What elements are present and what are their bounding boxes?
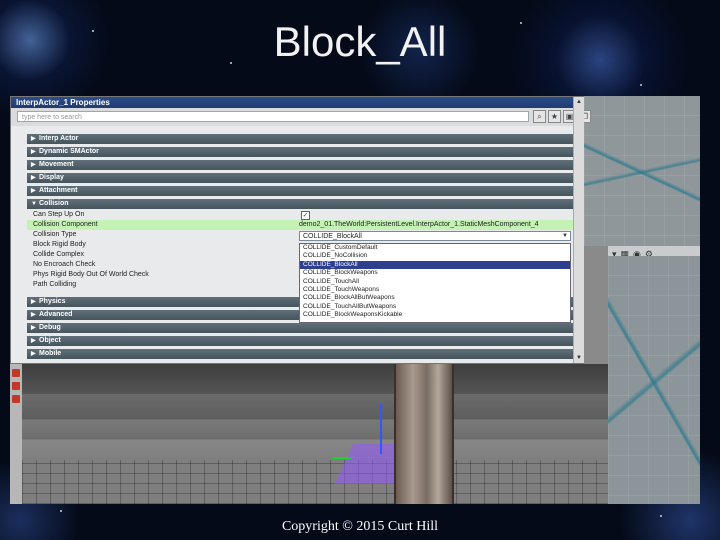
- search-bar: type here to search ⌕ ★ ▣ ❐: [11, 108, 591, 126]
- checkbox-checked[interactable]: ✓: [301, 211, 310, 220]
- star: [640, 84, 642, 86]
- expand-arrow-icon: ▶: [31, 312, 36, 318]
- prop-label: Phys Rigid Body Out Of World Check: [33, 271, 149, 278]
- perspective-viewport[interactable]: [22, 364, 608, 504]
- prop-label: Path Colliding: [33, 281, 77, 288]
- scroll-up-icon[interactable]: ▲: [574, 97, 584, 107]
- tool-icon[interactable]: [12, 382, 20, 390]
- dropdown-option[interactable]: COLLIDE_TouchWeapons: [300, 286, 570, 294]
- dropdown-option[interactable]: COLLIDE_BlockAllButWeapons: [300, 294, 570, 302]
- slide-title: Block_All: [273, 18, 447, 65]
- category-dynamic-smactor[interactable]: ▶ Dynamic SMActor: [27, 147, 575, 157]
- dropdown-option[interactable]: COLLIDE_BlockWeaponsKickable: [300, 311, 570, 319]
- prop-can-step-up-on: Can Step Up On ✓: [27, 210, 575, 220]
- editor-screenshot: ▾ ▦ ◉ ⚙ InterpActor_1 Properties type he…: [10, 96, 700, 504]
- search-input[interactable]: type here to search: [17, 111, 529, 122]
- category-label: Advanced: [39, 311, 73, 318]
- collapse-arrow-icon: ▼: [31, 201, 37, 207]
- scroll-down-icon[interactable]: ▼: [574, 353, 584, 363]
- category-label: Debug: [39, 324, 61, 331]
- expand-arrow-icon: ▶: [31, 325, 36, 331]
- tool-icon[interactable]: [12, 395, 20, 403]
- expand-arrow-icon: ▶: [31, 162, 36, 168]
- y-axis-handle[interactable]: [332, 457, 352, 459]
- tool-icon[interactable]: [12, 369, 20, 377]
- window-title: InterpActor_1 Properties: [11, 97, 583, 108]
- category-debug[interactable]: ▶ Debug: [27, 323, 575, 333]
- category-label: Display: [39, 174, 64, 181]
- copyright-text: Copyright © 2015 Curt Hill: [281, 519, 439, 534]
- category-attachment[interactable]: ▶ Attachment: [27, 186, 575, 196]
- expand-arrow-icon: ▶: [31, 188, 36, 194]
- star: [60, 510, 62, 512]
- category-label: Object: [39, 337, 61, 344]
- viewport-top-right[interactable]: [584, 96, 700, 246]
- prop-label: Collision Component: [33, 221, 98, 228]
- prop-label: Block Rigid Body: [33, 241, 86, 248]
- category-label: Attachment: [39, 187, 78, 194]
- prop-label: No Encroach Check: [33, 261, 96, 268]
- select-value: COLLIDE_BlockAll: [303, 233, 362, 240]
- category-label: Mobile: [39, 350, 62, 357]
- dropdown-option-selected[interactable]: COLLIDE_BlockAll: [300, 260, 570, 270]
- z-axis-handle[interactable]: [380, 404, 382, 454]
- dropdown-option[interactable]: COLLIDE_CustomDefault: [300, 244, 570, 252]
- category-label: Dynamic SMActor: [39, 148, 99, 155]
- toolbox-strip: [10, 364, 22, 504]
- dropdown-option[interactable]: COLLIDE_NoCollision: [300, 252, 570, 260]
- expand-arrow-icon: ▶: [31, 175, 36, 181]
- chevron-down-icon[interactable]: ▼: [561, 232, 569, 240]
- star-icon[interactable]: ★: [548, 110, 561, 123]
- prop-value: demo2_01.TheWorld:PersistentLevel.Interp…: [299, 221, 539, 228]
- star: [660, 515, 662, 517]
- prop-label: Can Step Up On: [33, 211, 85, 218]
- category-display[interactable]: ▶ Display: [27, 173, 575, 183]
- expand-arrow-icon: ▶: [31, 136, 36, 142]
- expand-arrow-icon: ▶: [31, 149, 36, 155]
- expand-arrow-icon: ▶: [31, 299, 36, 305]
- category-interp-actor[interactable]: ▶ Interp Actor: [27, 134, 575, 144]
- dropdown-option[interactable]: COLLIDE_BlockWeapons: [300, 269, 570, 277]
- category-mobile[interactable]: ▶ Mobile: [27, 349, 575, 359]
- properties-window: InterpActor_1 Properties type here to se…: [10, 96, 591, 364]
- category-label: Physics: [39, 298, 66, 305]
- interp-actor-mesh[interactable]: [394, 364, 454, 504]
- category-label: Movement: [39, 161, 74, 168]
- prop-label: Collision Type: [33, 231, 77, 238]
- prop-collision-component: Collision Component demo2_01.TheWorld:Pe…: [27, 220, 575, 230]
- dropdown-option[interactable]: COLLIDE_TouchAll: [300, 278, 570, 286]
- viewport-side[interactable]: [608, 256, 700, 504]
- category-collision[interactable]: ▼ Collision: [27, 199, 575, 209]
- prop-label: Collide Complex: [33, 251, 84, 258]
- category-label: Interp Actor: [39, 135, 79, 142]
- collision-type-dropdown[interactable]: COLLIDE_CustomDefault COLLIDE_NoCollisio…: [299, 243, 571, 323]
- category-label: Collision: [39, 200, 69, 207]
- expand-arrow-icon: ▶: [31, 351, 36, 357]
- category-movement[interactable]: ▶ Movement: [27, 160, 575, 170]
- expand-arrow-icon: ▶: [31, 338, 36, 344]
- properties-scrollbar[interactable]: ▲ ▼: [573, 97, 584, 363]
- search-icon[interactable]: ⌕: [533, 110, 546, 123]
- dropdown-option[interactable]: COLLIDE_TouchAllButWeapons: [300, 303, 570, 311]
- floor: [22, 460, 608, 504]
- category-object[interactable]: ▶ Object: [27, 336, 575, 346]
